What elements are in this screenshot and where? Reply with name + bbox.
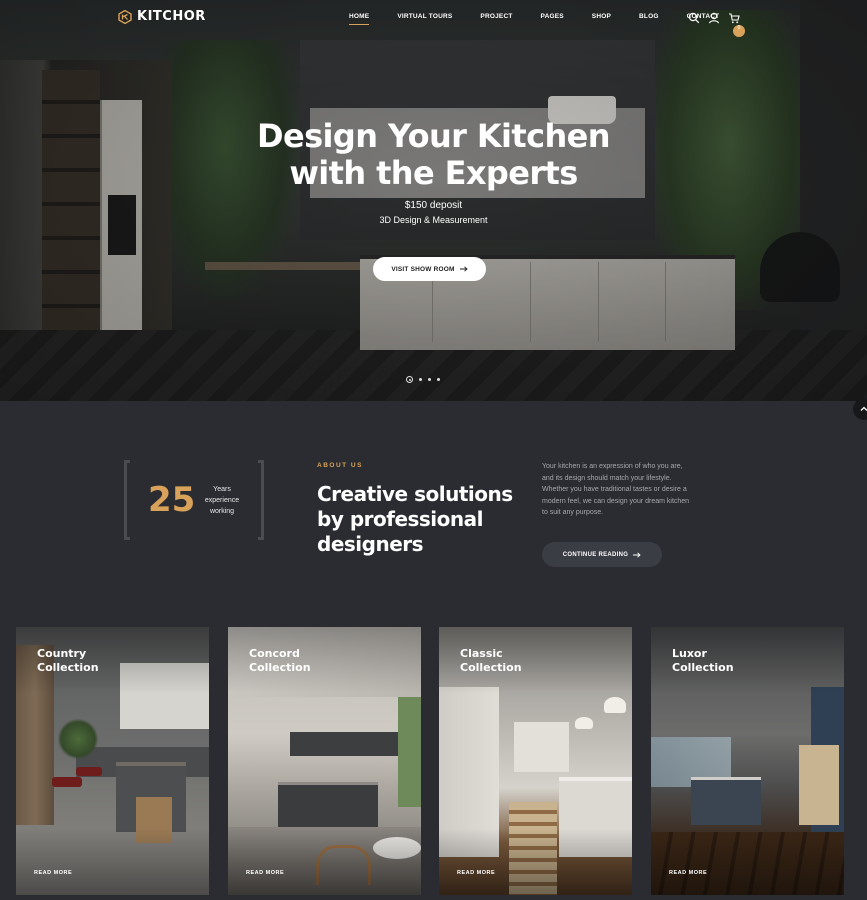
about-title-line: by professional [317,507,484,531]
collection-title-line: Concord [249,647,300,660]
nav-project[interactable]: PROJECT [480,13,512,20]
experience-caption-line: Years [213,486,231,493]
cart-count-badge: 0 [733,25,745,37]
read-more-link[interactable]: READ MORE [34,870,72,876]
nav-icons: 0 [688,11,745,37]
about-title-line: Creative solutions [317,482,513,506]
cart-icon[interactable]: 0 [728,11,745,37]
slider-dot[interactable] [428,378,431,381]
chevron-up-icon [860,406,867,411]
about-text-line: to suit any purpose. [542,509,604,516]
nav-blog[interactable]: BLOG [639,13,659,20]
logo-hexagon-icon [118,9,132,24]
collection-card-concord[interactable]: Concord Collection READ MORE [228,627,421,895]
experience-caption-line: experience [204,497,240,504]
collection-title: Luxor Collection [672,647,822,674]
collection-title: Classic Collection [460,647,610,674]
collection-title-line: Classic [460,647,503,660]
bracket-left [124,460,130,540]
experience-caption-line: working [209,508,235,515]
slider-dots [406,376,440,383]
nav-home[interactable]: HOME [349,13,370,25]
visit-showroom-label: VISIT SHOW ROOM [391,265,455,273]
collection-title: Country Collection [37,647,187,674]
collection-title-line: Collection [37,660,99,674]
slider-dot[interactable] [419,378,422,381]
arrow-right-icon [459,266,468,272]
about-text-line: Whether you have traditional tastes or d… [542,486,687,493]
experience-years-number: 25 [148,480,196,520]
about-description: Your kitchen is an expression of who you… [542,461,724,519]
hero-service: 3D Design & Measurement [379,215,488,225]
continue-reading-label: CONTINUE READING [562,551,629,558]
about-text-line: and its design should match your lifesty… [542,474,672,482]
hero-title-line: with the Experts [289,154,578,192]
user-icon[interactable] [708,11,720,24]
nav-shop[interactable]: SHOP [592,13,611,20]
nav-pages[interactable]: PAGES [541,13,564,20]
about-title: Creative solutions by professional desig… [317,482,537,557]
bracket-right [258,460,264,540]
experience-caption: Years experience working [198,484,246,517]
read-more-link[interactable]: READ MORE [246,870,284,876]
collection-title-line: Collection [460,660,522,674]
visit-showroom-button[interactable]: VISIT SHOW ROOM [373,257,486,281]
collection-title: Concord Collection [249,647,399,674]
read-more-link[interactable]: READ MORE [669,870,707,876]
scroll-to-top-button[interactable] [853,398,867,420]
logo-text: KITCHOR [137,9,206,24]
about-label: ABOUT US [317,462,363,469]
collection-title-line: Country [37,647,87,660]
slider-dot[interactable] [437,378,440,381]
collection-title-line: Collection [249,660,311,674]
collection-card-country[interactable]: Country Collection READ MORE [16,627,209,895]
collection-title-line: Collection [672,660,734,674]
read-more-link[interactable]: READ MORE [457,870,495,876]
hero-title-line: Design Your Kitchen [257,117,611,155]
logo[interactable]: KITCHOR [118,9,206,24]
arrow-right-icon [633,551,641,558]
collection-card-classic[interactable]: Classic Collection READ MORE [439,627,632,895]
hero-title: Design Your Kitchen with the Experts [0,118,867,192]
collection-title-line: Luxor [672,647,707,660]
slider-dot[interactable] [406,376,413,383]
about-title-line: designers [317,532,424,556]
nav-virtual-tours[interactable]: VIRTUAL TOURS [397,13,452,20]
about-text-line: Your kitchen is an expression of who you… [542,463,683,470]
continue-reading-button[interactable]: CONTINUE READING [542,542,662,567]
hero-deposit: $150 deposit [404,200,463,211]
collection-card-luxor[interactable]: Luxor Collection READ MORE [651,627,844,895]
search-icon[interactable] [688,11,700,24]
about-text-line: modern feel, we can design your dream ki… [542,497,690,505]
top-navbar: KITCHOR HOME VIRTUAL TOURS PROJECT PAGES… [0,0,867,37]
